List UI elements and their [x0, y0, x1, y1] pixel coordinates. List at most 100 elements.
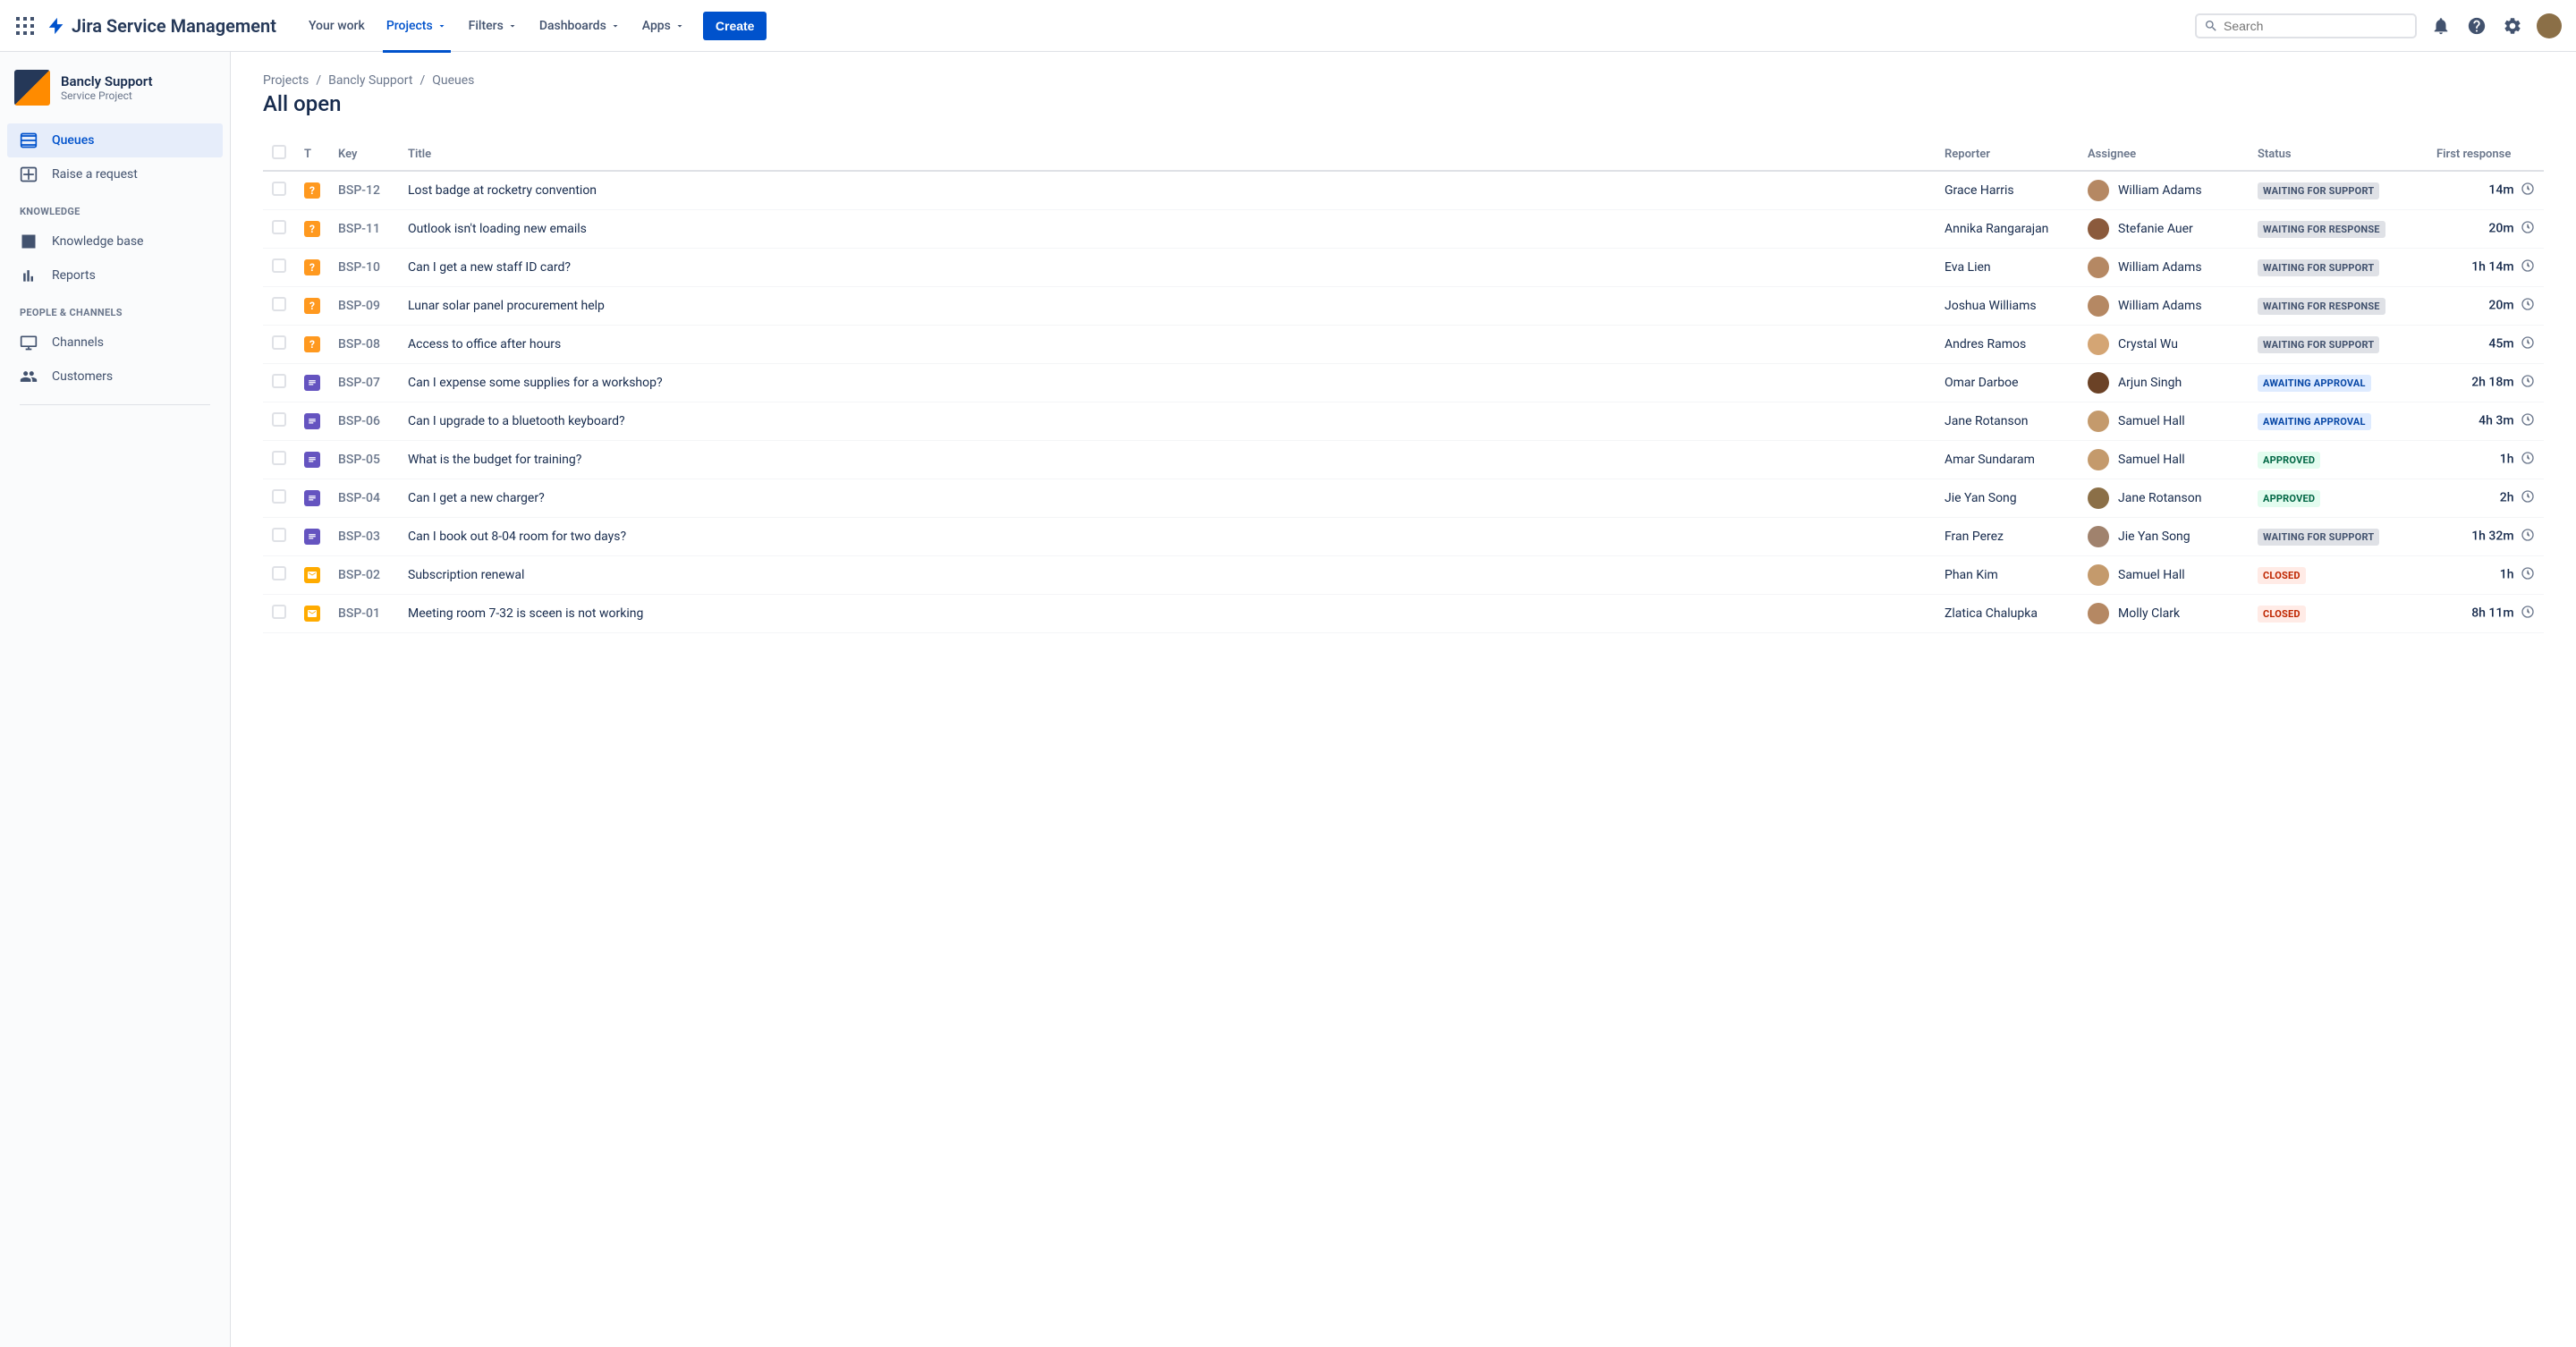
issue-key[interactable]: BSP-04 — [338, 491, 380, 505]
col-key[interactable]: Key — [329, 138, 399, 171]
status-badge[interactable]: APPROVED — [2258, 490, 2320, 507]
sidebar-item-knowledge-base[interactable]: Knowledge base — [7, 224, 223, 258]
row-checkbox[interactable] — [272, 566, 286, 580]
issue-key[interactable]: BSP-03 — [338, 529, 380, 544]
issue-title[interactable]: Meeting room 7-32 is sceen is not workin… — [408, 606, 643, 621]
table-row[interactable]: BSP-06 Can I upgrade to a bluetooth keybo… — [263, 402, 2544, 441]
row-checkbox[interactable] — [272, 220, 286, 234]
status-badge[interactable]: APPROVED — [2258, 452, 2320, 469]
issue-title[interactable]: Can I upgrade to a bluetooth keyboard? — [408, 414, 625, 428]
status-badge[interactable]: CLOSED — [2258, 606, 2306, 623]
col-type[interactable]: T — [295, 138, 329, 171]
breadcrumb-current[interactable]: Queues — [432, 73, 474, 88]
assignee-avatar[interactable] — [2088, 295, 2109, 317]
status-badge[interactable]: WAITING FOR SUPPORT — [2258, 529, 2379, 546]
assignee-avatar[interactable] — [2088, 411, 2109, 432]
breadcrumb-projects[interactable]: Projects — [263, 73, 309, 88]
status-badge[interactable]: WAITING FOR SUPPORT — [2258, 259, 2379, 276]
app-switcher-icon[interactable] — [14, 15, 36, 37]
settings-icon[interactable] — [2501, 14, 2524, 38]
table-row[interactable]: BSP-05What is the budget for training?Am… — [263, 441, 2544, 479]
col-title[interactable]: Title — [399, 138, 1936, 171]
assignee-avatar[interactable] — [2088, 180, 2109, 201]
assignee-avatar[interactable] — [2088, 449, 2109, 470]
assignee-avatar[interactable] — [2088, 257, 2109, 278]
issue-title[interactable]: Can I get a new charger? — [408, 491, 545, 505]
row-checkbox[interactable] — [272, 374, 286, 388]
assignee-avatar[interactable] — [2088, 334, 2109, 355]
issue-key[interactable]: BSP-08 — [338, 337, 380, 352]
table-row[interactable]: ?BSP-12Lost badge at rocketry convention… — [263, 171, 2544, 210]
table-row[interactable]: ?BSP-10Can I get a new staff ID card?Eva… — [263, 249, 2544, 287]
issue-key[interactable]: BSP-09 — [338, 299, 380, 313]
nav-apps[interactable]: Apps — [631, 0, 696, 52]
product-logo[interactable]: Jira Service Management — [47, 15, 276, 37]
create-button[interactable]: Create — [703, 12, 767, 40]
nav-projects[interactable]: Projects — [376, 0, 458, 52]
sidebar-item-channels[interactable]: Channels — [7, 326, 223, 360]
assignee-avatar[interactable] — [2088, 487, 2109, 509]
assignee-avatar[interactable] — [2088, 526, 2109, 547]
nav-filters[interactable]: Filters — [458, 0, 529, 52]
issue-title[interactable]: What is the budget for training? — [408, 453, 581, 467]
nav-dashboards[interactable]: Dashboards — [529, 0, 631, 52]
col-reporter[interactable]: Reporter — [1936, 138, 2079, 171]
assignee-avatar[interactable] — [2088, 564, 2109, 586]
row-checkbox[interactable] — [272, 489, 286, 504]
issue-key[interactable]: BSP-05 — [338, 453, 380, 467]
issue-title[interactable]: Lunar solar panel procurement help — [408, 299, 605, 313]
nav-your-work[interactable]: Your work — [298, 0, 376, 52]
search-box[interactable] — [2195, 13, 2417, 38]
status-badge[interactable]: WAITING FOR SUPPORT — [2258, 182, 2379, 199]
assignee-avatar[interactable] — [2088, 603, 2109, 624]
sidebar-item-reports[interactable]: Reports — [7, 258, 223, 292]
issue-title[interactable]: Can I book out 8-04 room for two days? — [408, 529, 626, 544]
col-status[interactable]: Status — [2249, 138, 2428, 171]
user-avatar[interactable] — [2537, 13, 2562, 38]
row-checkbox[interactable] — [272, 451, 286, 465]
issue-key[interactable]: BSP-11 — [338, 222, 380, 236]
search-input[interactable] — [2224, 19, 2408, 33]
issue-key[interactable]: BSP-10 — [338, 260, 380, 275]
issue-key[interactable]: BSP-12 — [338, 183, 380, 198]
assignee-avatar[interactable] — [2088, 218, 2109, 240]
status-badge[interactable]: CLOSED — [2258, 567, 2306, 584]
assignee-avatar[interactable] — [2088, 372, 2109, 394]
issue-title[interactable]: Access to office after hours — [408, 337, 561, 352]
status-badge[interactable]: WAITING FOR RESPONSE — [2258, 221, 2385, 238]
issue-key[interactable]: BSP-07 — [338, 376, 380, 390]
table-row[interactable]: BSP-02Subscription renewalPhan KimSamuel… — [263, 556, 2544, 595]
row-checkbox[interactable] — [272, 258, 286, 273]
issue-title[interactable]: Can I get a new staff ID card? — [408, 260, 571, 275]
col-assignee[interactable]: Assignee — [2079, 138, 2249, 171]
issue-key[interactable]: BSP-01 — [338, 606, 380, 621]
status-badge[interactable]: WAITING FOR RESPONSE — [2258, 298, 2385, 315]
table-row[interactable]: ?BSP-11Outlook isn't loading new emailsA… — [263, 210, 2544, 249]
breadcrumb-project[interactable]: Bancly Support — [328, 73, 412, 88]
row-checkbox[interactable] — [272, 182, 286, 196]
status-badge[interactable]: WAITING FOR SUPPORT — [2258, 336, 2379, 353]
sidebar-item-customers[interactable]: Customers — [7, 360, 223, 394]
table-row[interactable]: ?BSP-09Lunar solar panel procurement hel… — [263, 287, 2544, 326]
status-badge[interactable]: AWAITING APPROVAL — [2258, 375, 2371, 392]
issue-title[interactable]: Outlook isn't loading new emails — [408, 222, 587, 236]
issue-key[interactable]: BSP-06 — [338, 414, 380, 428]
issue-title[interactable]: Lost badge at rocketry convention — [408, 183, 597, 198]
row-checkbox[interactable] — [272, 412, 286, 427]
issue-title[interactable]: Can I expense some supplies for a worksh… — [408, 376, 663, 390]
table-row[interactable]: BSP-07 Can I expense some supplies for a … — [263, 364, 2544, 402]
row-checkbox[interactable] — [272, 528, 286, 542]
col-first-response[interactable]: First response — [2428, 138, 2544, 171]
row-checkbox[interactable] — [272, 297, 286, 311]
table-row[interactable]: BSP-03 Can I book out 8-04 room for two d… — [263, 518, 2544, 556]
table-row[interactable]: BSP-04Can I get a new charger?Jie Yan So… — [263, 479, 2544, 518]
notifications-icon[interactable] — [2429, 14, 2453, 38]
table-row[interactable]: BSP-01 Meeting room 7-32 is sceen is not … — [263, 595, 2544, 633]
row-checkbox[interactable] — [272, 335, 286, 350]
table-row[interactable]: ?BSP-08Access to office after hoursAndre… — [263, 326, 2544, 364]
row-checkbox[interactable] — [272, 605, 286, 619]
select-all-checkbox[interactable] — [272, 145, 286, 159]
issue-title[interactable]: Subscription renewal — [408, 568, 524, 582]
issue-key[interactable]: BSP-02 — [338, 568, 380, 582]
help-icon[interactable] — [2465, 14, 2488, 38]
